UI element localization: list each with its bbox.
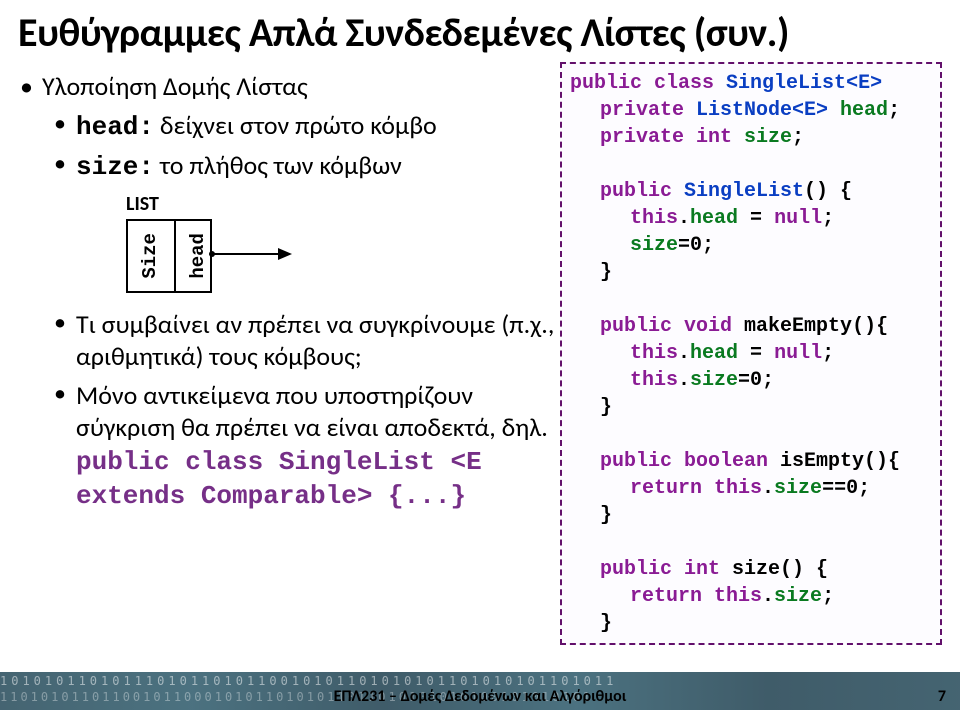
- code-makeempty-sig: public void makeEmpty(){: [570, 313, 932, 340]
- code-size-sig: public int size() {: [570, 556, 932, 583]
- code-ctor-b1: this.head = null;: [570, 205, 932, 232]
- bullet-size-desc: size: το πλήθος των κόμβων: [54, 149, 558, 184]
- class-decl-comparable: public class SingleList <E extends Compa…: [76, 447, 482, 512]
- content-left: Υλοποίηση Δομής Λίστας head: δείχνει στο…: [18, 62, 558, 517]
- code-me-b2: this.size=0;: [570, 367, 932, 394]
- code-me-b1: this.head = null;: [570, 340, 932, 367]
- head-rest: δείχνει στον πρώτο κόμβο: [154, 109, 437, 141]
- slide: Ευθύγραμμες Απλά Συνδεδεμένες Λίστες (συ…: [0, 0, 960, 710]
- code-ctor-close: }: [570, 259, 932, 286]
- bullet-compare: Τι συμβαίνει αν πρέπει να συγκρίνουμε (π…: [54, 308, 558, 373]
- only-comparable-text: Μόνο αντικείμενα που υποστηρίζουν σύγκρι…: [76, 379, 548, 444]
- cell-size-text: Size: [139, 233, 163, 279]
- list-boxes: Size head: [126, 219, 212, 293]
- list-cell-size: Size: [128, 221, 174, 291]
- code-panel: public class SingleList<E> private ListN…: [560, 62, 942, 645]
- code-line-2: private ListNode<E> head;: [570, 97, 932, 124]
- size-code-word: size:: [76, 152, 154, 182]
- code-ctor-sig: public SingleList() {: [570, 178, 932, 205]
- cell-head-text: head: [187, 233, 211, 279]
- code-me-close: }: [570, 394, 932, 421]
- code-ie-body: return this.size==0;: [570, 475, 932, 502]
- bullet-impl: Υλοποίηση Δομής Λίστας: [18, 70, 558, 103]
- list-word: LIST: [126, 192, 558, 217]
- code-isempty-sig: public boolean isEmpty(){: [570, 448, 932, 475]
- code-line-1: public class SingleList<E>: [570, 70, 932, 97]
- code-sz-body: return this.size;: [570, 583, 932, 610]
- code-line-3: private int size;: [570, 124, 932, 151]
- code-sz-close: }: [570, 610, 932, 637]
- arrow-icon: [208, 242, 298, 282]
- footer-center-text: ΕΠΛ231 – Δομές Δεδομένων και Αλγόριθμοι: [0, 687, 960, 706]
- footer-bar: 1010101101011101011010110010101101010101…: [0, 672, 960, 710]
- slide-title: Ευθύγραμμες Απλά Συνδεδεμένες Λίστες (συ…: [18, 8, 789, 57]
- footer-binary-1: 1010101101011101011010110010101101010101…: [0, 674, 960, 688]
- bullet-only-comparable: Μόνο αντικείμενα που υποστηρίζουν σύγκρι…: [54, 379, 558, 513]
- list-diagram: LIST Size head: [126, 192, 558, 292]
- footer-page-number: 7: [938, 687, 946, 706]
- size-rest: το πλήθος των κόμβων: [154, 149, 402, 181]
- code-ie-close: }: [570, 502, 932, 529]
- code-ctor-b2: size=0;: [570, 232, 932, 259]
- bullet-head-desc: head: δείχνει στον πρώτο κόμβο: [54, 109, 558, 144]
- head-code-word: head:: [76, 112, 154, 142]
